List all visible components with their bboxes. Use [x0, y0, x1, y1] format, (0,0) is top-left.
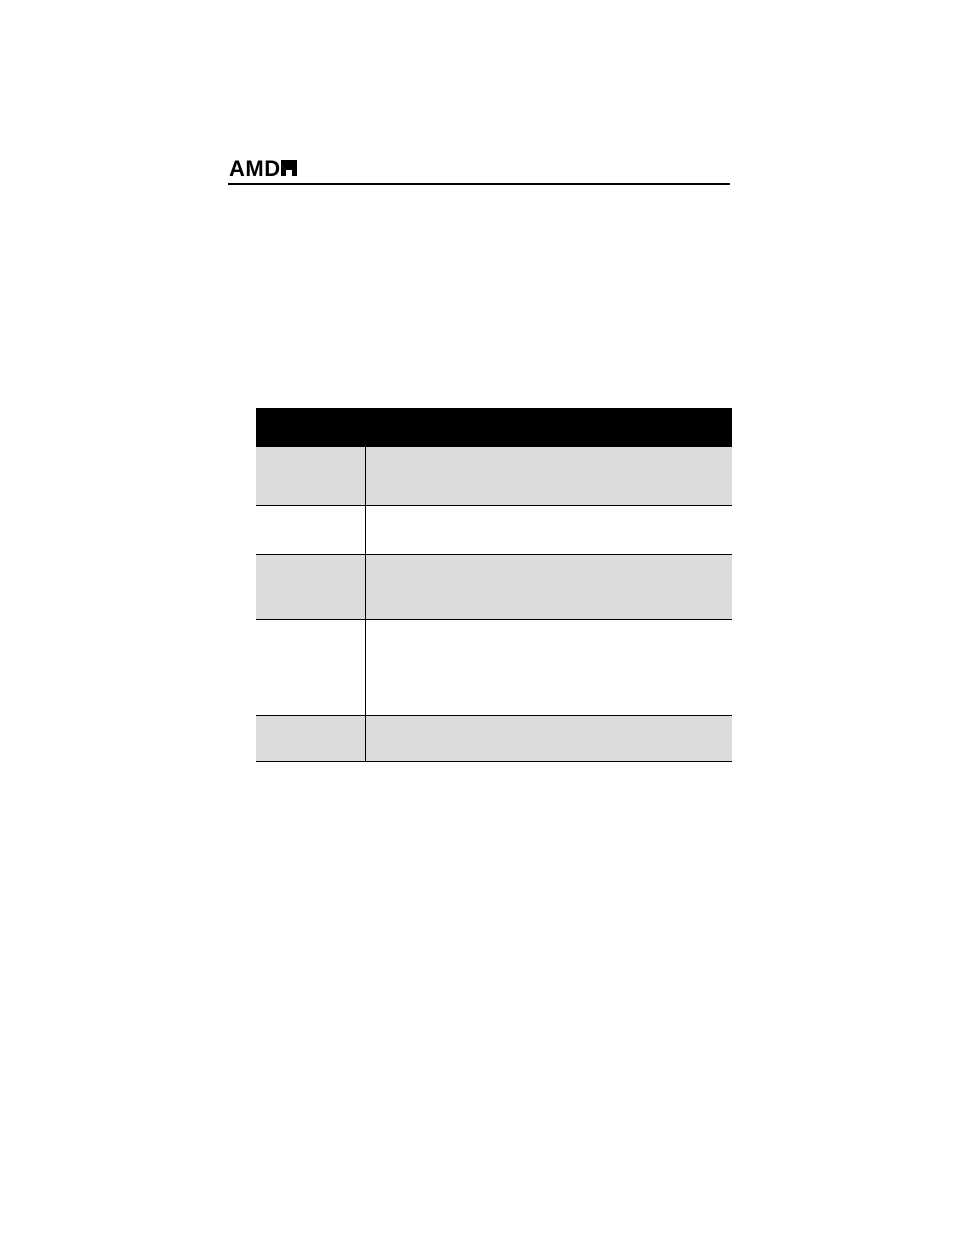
header-rule — [228, 183, 730, 185]
table-row — [256, 716, 732, 762]
table-cell-a — [256, 620, 365, 716]
table-row — [256, 620, 732, 716]
table-body — [256, 408, 732, 762]
table-cell-a — [256, 447, 365, 506]
table-header-cell-b — [365, 408, 732, 447]
page-header: AMD — [229, 156, 729, 184]
table-row — [256, 506, 732, 555]
table-cell-b — [365, 555, 732, 620]
amd-logo-text: AMD — [229, 156, 281, 181]
amd-arrow-icon — [281, 160, 297, 176]
table-row — [256, 447, 732, 506]
table-cell-a — [256, 506, 365, 555]
page-root: AMD — [0, 0, 954, 1235]
table-cell-b — [365, 506, 732, 555]
table-row — [256, 555, 732, 620]
table-cell-b — [365, 620, 732, 716]
table-cell-b — [365, 447, 732, 506]
amd-logo: AMD — [229, 156, 297, 182]
table-cell-a — [256, 555, 365, 620]
table-cell-b — [365, 716, 732, 762]
table-cell-a — [256, 716, 365, 762]
table-header-cell-a — [256, 408, 365, 447]
table-header-row — [256, 408, 732, 447]
data-table — [256, 408, 732, 762]
